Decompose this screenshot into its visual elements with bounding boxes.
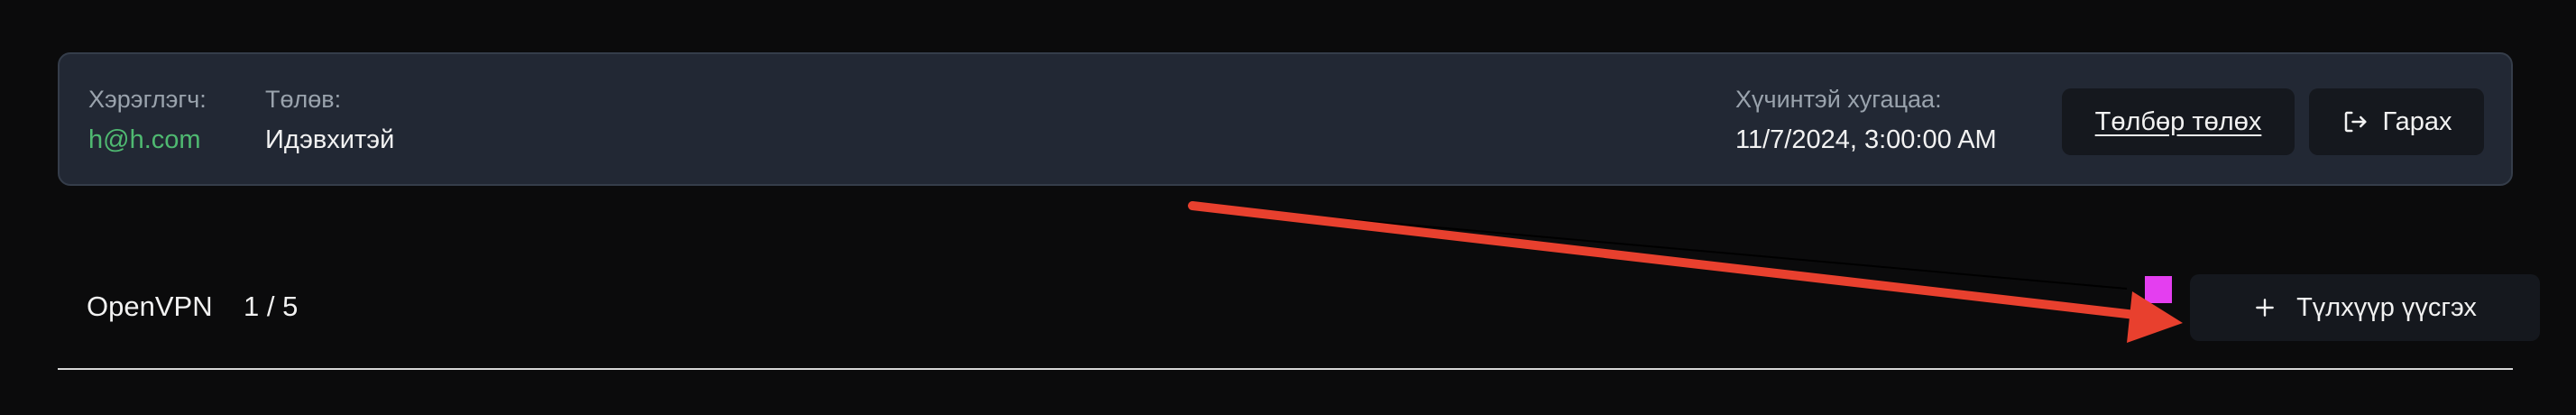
highlight-marker [2145,276,2172,303]
user-email: h@h.com [88,124,201,154]
status-field: Төлөв: Идэвхитэй [265,86,395,155]
app-root: Хэрэглэгч: h@h.com Төлөв: Идэвхитэй Хүчи… [0,0,2576,415]
pay-button[interactable]: Төлбөр төлөх [2062,88,2295,155]
user-field: Хэрэглэгч: h@h.com [88,86,207,155]
expiry-value: 11/7/2024, 3:00:00 AM [1735,124,1997,154]
user-label: Хэрэглэгч: [88,86,207,113]
section-divider [58,368,2513,370]
status-value: Идэвхитэй [265,124,395,154]
logout-button[interactable]: Гарах [2309,88,2484,155]
create-key-button-label: Түлхүүр үүсгэх [2296,292,2477,322]
create-key-button[interactable]: Түлхүүр үүсгэх [2190,274,2540,341]
expiry-field: Хүчинтэй хугацаа: 11/7/2024, 3:00:00 AM [1735,86,1997,155]
plus-icon [2253,296,2277,319]
key-count: 1 / 5 [244,290,299,322]
status-label: Төлөв: [265,86,342,113]
expiry-label: Хүчинтэй хугацаа: [1735,86,1942,113]
logout-icon [2341,108,2369,135]
logout-button-label: Гарах [2382,106,2452,136]
openvpn-section-header: OpenVPN 1 / 5 Түлхүүр үүсгэх [58,271,2540,343]
pay-button-label: Төлбөр төлөх [2094,106,2262,136]
section-title: OpenVPN [87,290,213,322]
account-card: Хэрэглэгч: h@h.com Төлөв: Идэвхитэй Хүчи… [58,52,2513,186]
